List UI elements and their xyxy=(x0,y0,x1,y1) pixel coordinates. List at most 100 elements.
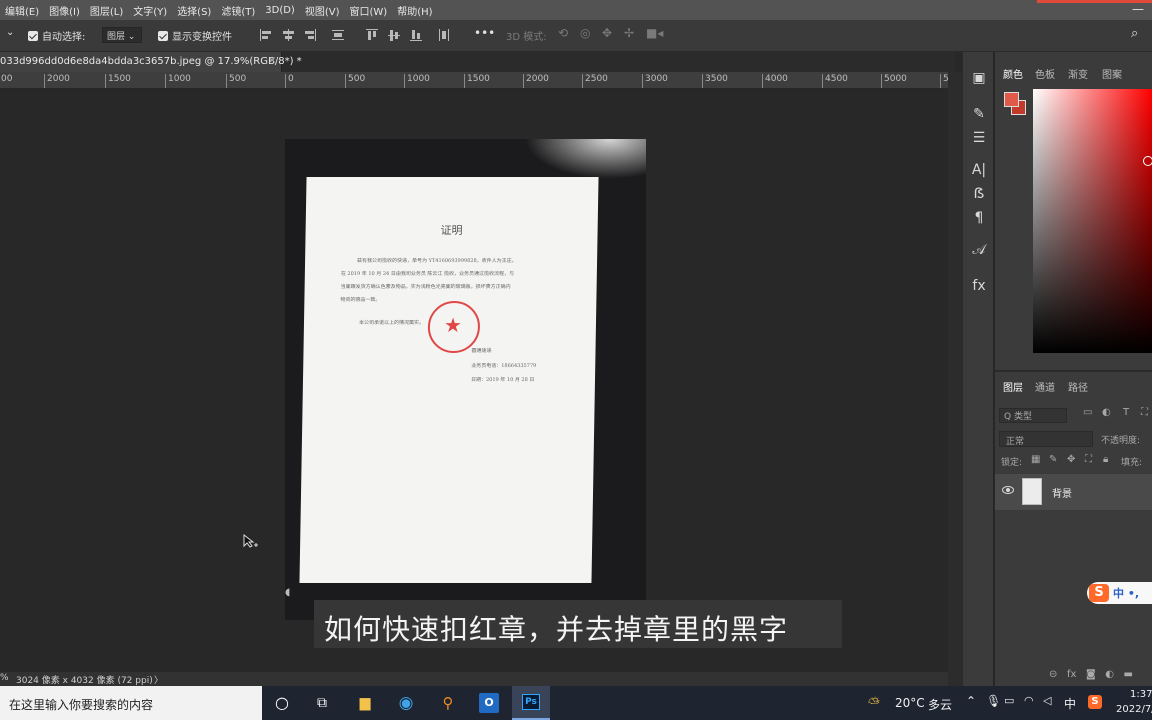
tab-swatches[interactable]: 色板 xyxy=(1035,66,1055,81)
minimize-button[interactable]: — xyxy=(1132,2,1144,16)
menu-filter[interactable]: 滤镜(T) xyxy=(216,3,260,18)
zoom-readout[interactable]: % xyxy=(0,673,9,683)
lock-artboard-icon[interactable]: ⛶ xyxy=(1085,454,1092,465)
lock-label: 锁定: xyxy=(1001,458,1023,468)
weather-condition[interactable]: 多云 xyxy=(928,696,952,713)
canvas-area[interactable]: 证明 兹有我公司揽收的快递，单号为 YT4160693999828，收件人为王庄… xyxy=(0,89,948,672)
paragraph-panel-icon[interactable]: ¶ xyxy=(971,210,987,226)
add-mask-icon[interactable]: ◙ xyxy=(1086,669,1096,680)
glyphs-icon[interactable]: ẞ xyxy=(971,186,987,202)
volume-icon[interactable]: ◁ xyxy=(1043,694,1051,707)
3d-camera-icon[interactable]: ■◂ xyxy=(646,26,663,40)
visibility-eye-icon[interactable] xyxy=(1002,486,1014,494)
tool-preset-chevron-icon[interactable]: ⌄ xyxy=(6,27,14,38)
sogou-tray-icon[interactable]: S xyxy=(1088,695,1102,709)
color-picker-field[interactable] xyxy=(1033,89,1152,353)
3d-slide-icon[interactable]: ✢ xyxy=(624,26,634,40)
show-transform-option[interactable]: 显示变换控件 xyxy=(158,28,232,43)
network-icon[interactable]: ◠ xyxy=(1024,694,1034,707)
auto-select-checkbox[interactable] xyxy=(28,31,38,41)
tab-paths[interactable]: 路径 xyxy=(1068,379,1088,394)
fx-styles-icon[interactable]: fx xyxy=(971,278,987,294)
menu-window[interactable]: 窗口(W) xyxy=(345,3,393,18)
ime-status-widget[interactable]: S 中 •, xyxy=(1087,582,1152,604)
task-view-icon[interactable]: ⧉ xyxy=(312,693,332,713)
weather-icon[interactable]: ⛅︎ xyxy=(868,694,880,712)
tab-channels[interactable]: 通道 xyxy=(1035,379,1055,394)
3d-orbit-icon[interactable]: ⟲ xyxy=(558,26,568,40)
menu-type[interactable]: 文字(Y) xyxy=(128,3,172,18)
lock-paint-icon[interactable]: ✎ xyxy=(1049,454,1057,465)
menu-help[interactable]: 帮助(H) xyxy=(392,3,437,18)
distribute-horizontal-icon[interactable] xyxy=(438,29,450,41)
align-top-icon[interactable] xyxy=(366,29,378,41)
status-menu-arrow[interactable]: 〉 xyxy=(154,673,163,686)
show-transform-checkbox[interactable] xyxy=(158,31,168,41)
close-tab-icon[interactable]: × xyxy=(268,55,276,66)
clock-time[interactable]: 1:37 xyxy=(1130,689,1152,700)
adjustment-layer-icon[interactable]: ◐ xyxy=(1105,669,1114,680)
history-panel-icon[interactable]: ▣ xyxy=(971,70,987,86)
lock-all-icon[interactable]: 🔒︎ xyxy=(1103,454,1108,465)
align-vcenter-icon[interactable] xyxy=(388,29,400,41)
lock-pixels-icon[interactable]: ▦ xyxy=(1031,454,1040,465)
add-style-icon[interactable]: fx xyxy=(1067,669,1076,680)
new-group-icon[interactable]: ▬ xyxy=(1123,669,1132,680)
edge-browser-icon[interactable]: ◉ xyxy=(396,693,416,713)
document-photo[interactable]: 证明 兹有我公司揽收的快递，单号为 YT4160693999828，收件人为王庄… xyxy=(285,139,646,620)
distribute-vertical-icon[interactable] xyxy=(332,29,344,41)
menu-view[interactable]: 视图(V) xyxy=(300,3,345,18)
align-left-icon[interactable] xyxy=(260,29,272,41)
filter-adjust-icon[interactable]: ◐ xyxy=(1102,407,1111,418)
tray-chevron-icon[interactable]: ⌃ xyxy=(966,694,976,708)
auto-select-dropdown[interactable]: 图层 ⌄ xyxy=(102,27,142,43)
filter-pixel-icon[interactable]: ▭ xyxy=(1083,407,1092,418)
video-subtitle-box: 如何快速扣红章，并去掉章里的黑字 xyxy=(314,600,842,648)
search-icon[interactable]: ⌕ xyxy=(1131,26,1138,41)
brush-settings-icon[interactable]: ✎ xyxy=(971,106,987,122)
adjustments-icon[interactable]: ☰ xyxy=(971,130,987,146)
3d-pan-icon[interactable]: ✥ xyxy=(602,26,612,40)
weather-temperature[interactable]: 20°C xyxy=(895,696,925,710)
layer-row-background[interactable]: 背景 xyxy=(995,474,1152,510)
microphone-icon[interactable]: 🎙︎ xyxy=(986,694,1001,708)
3d-roll-icon[interactable]: ◎ xyxy=(580,26,590,40)
menu-3d[interactable]: 3D(D) xyxy=(260,5,300,16)
menu-image[interactable]: 图像(I) xyxy=(44,3,85,18)
file-explorer-icon[interactable]: ▆ xyxy=(355,693,375,713)
auto-select-option[interactable]: 自动选择: xyxy=(28,28,85,43)
link-layers-icon[interactable]: ⊝ xyxy=(1049,669,1057,680)
lock-position-icon[interactable]: ✥ xyxy=(1067,454,1075,465)
layer-kind-filter[interactable]: Q 类型 xyxy=(999,408,1067,423)
foreground-color-swatch[interactable] xyxy=(1004,92,1019,107)
menu-edit[interactable]: 编辑(E) xyxy=(0,3,44,18)
align-hcenter-icon[interactable] xyxy=(282,29,294,41)
filter-type-icon[interactable]: T xyxy=(1123,407,1129,418)
more-options-button[interactable]: ••• xyxy=(474,26,495,40)
character-styles-icon[interactable]: 𝒜 xyxy=(971,242,987,258)
outlook-icon[interactable]: O xyxy=(479,693,499,713)
align-bottom-icon[interactable] xyxy=(410,29,422,41)
align-right-icon[interactable] xyxy=(304,29,316,41)
tab-patterns[interactable]: 图案 xyxy=(1102,66,1122,81)
search-app-icon[interactable]: ⚲ xyxy=(438,693,458,713)
color-picker-handle[interactable] xyxy=(1143,156,1152,166)
menu-layer[interactable]: 图层(L) xyxy=(85,3,128,18)
clock-date[interactable]: 2022/7/ xyxy=(1116,704,1152,715)
filter-shape-icon[interactable]: ⛶ xyxy=(1141,407,1148,418)
cortana-icon[interactable]: ○ xyxy=(272,693,292,713)
ruler-tick: 4500 xyxy=(822,74,848,88)
tab-color[interactable]: 颜色 xyxy=(1003,66,1023,81)
photoshop-taskbar-button[interactable]: Ps xyxy=(512,686,550,720)
ime-indicator[interactable]: 中 xyxy=(1064,695,1076,712)
battery-icon[interactable]: ▭ xyxy=(1004,694,1014,707)
vertical-scrollbar[interactable] xyxy=(948,72,962,686)
character-panel-icon[interactable]: A| xyxy=(971,162,987,178)
blend-mode-dropdown[interactable]: 正常 xyxy=(999,431,1093,447)
menu-select[interactable]: 选择(S) xyxy=(172,3,216,18)
tab-layers[interactable]: 图层 xyxy=(1003,379,1023,394)
horizontal-ruler[interactable]: 00 2000 1500 1000 500 0 500 1000 1500 20… xyxy=(0,72,948,89)
taskbar-search-box[interactable]: 在这里输入你要搜索的内容 xyxy=(0,686,262,720)
tab-gradients[interactable]: 渐变 xyxy=(1068,66,1088,81)
document-tab[interactable]: 033d996dd0d6e8da4bdda3c3657b.jpeg @ 17.9… xyxy=(0,52,302,72)
